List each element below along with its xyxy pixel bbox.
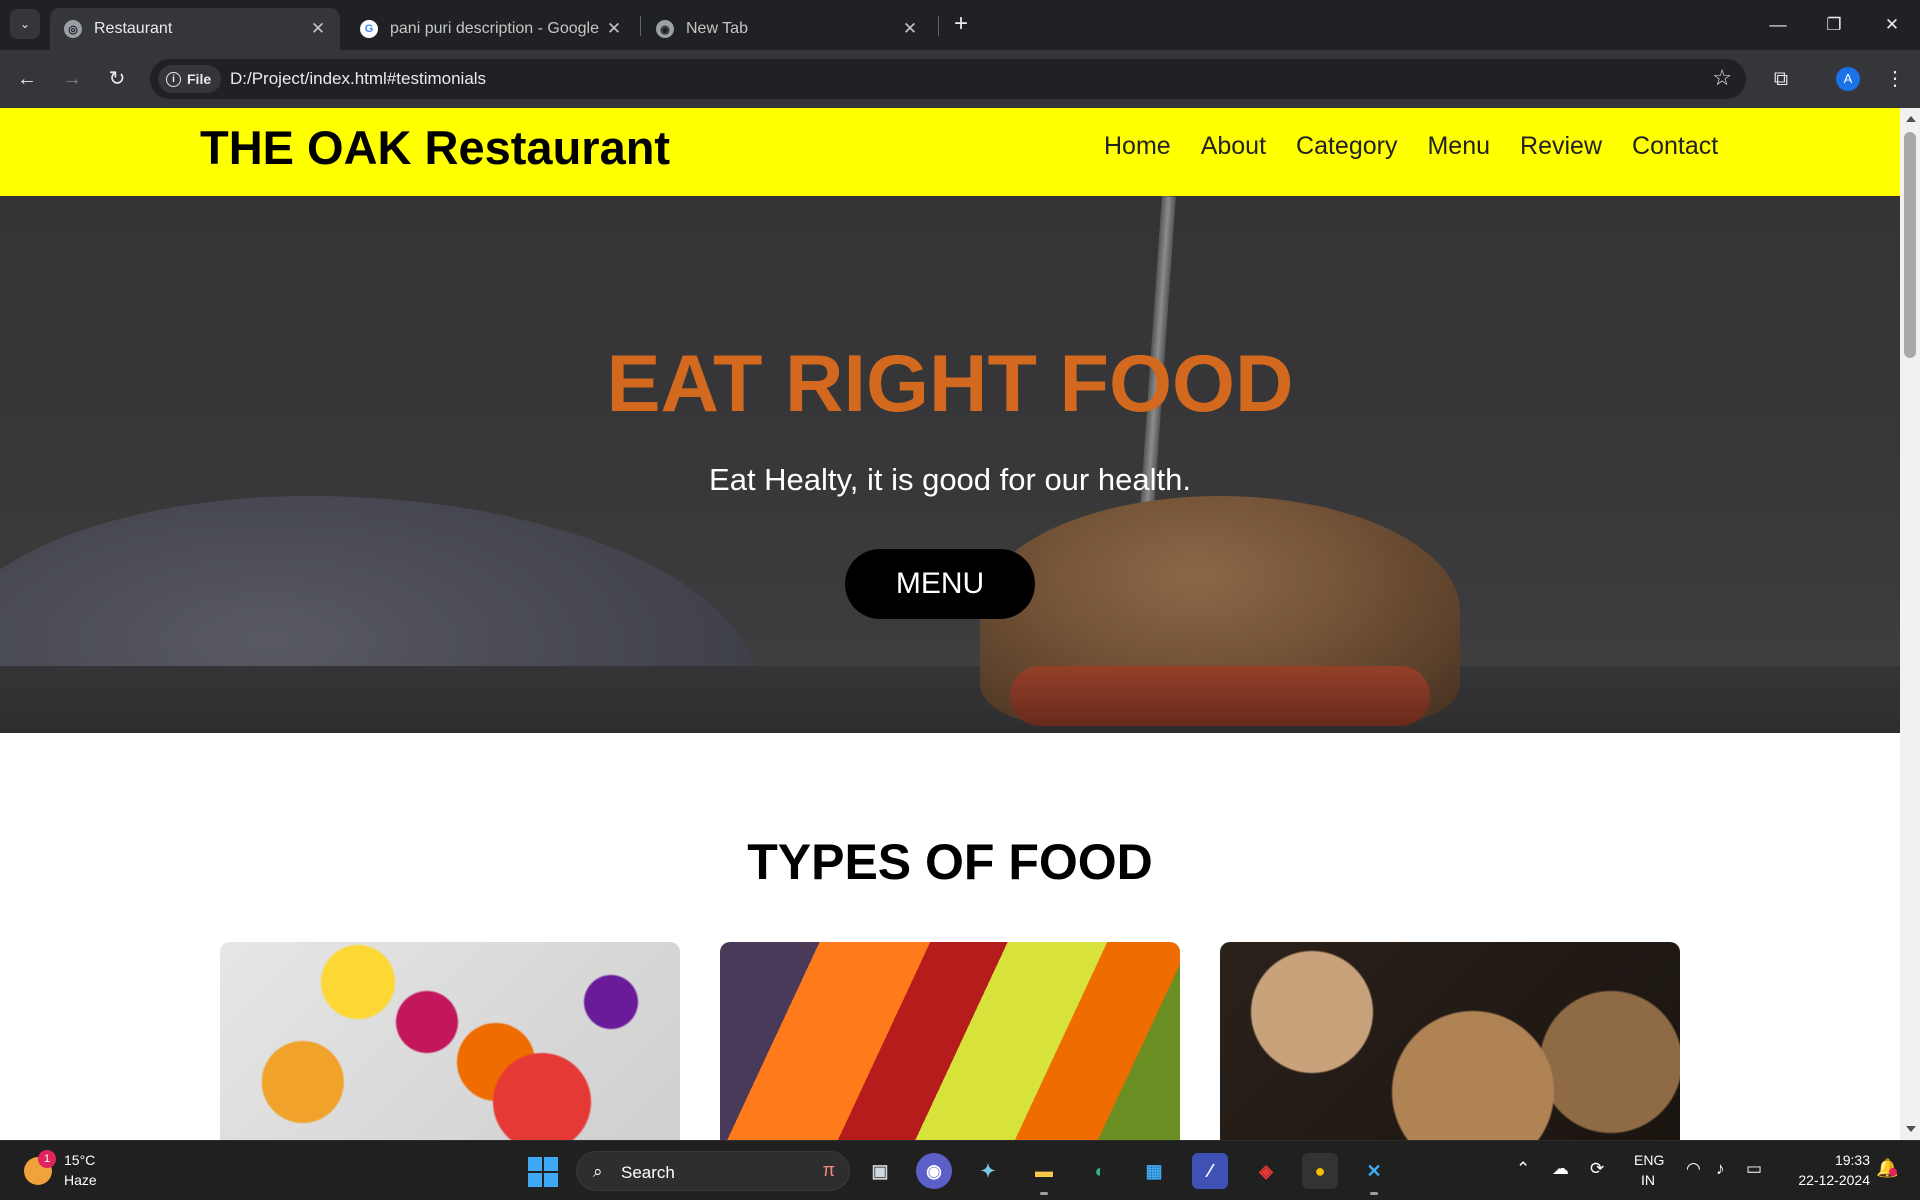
address-bar[interactable]: i File D:/Project/index.html#testimonial… (150, 59, 1746, 99)
search-highlight-icon: π (822, 1160, 835, 1180)
tab-google-search[interactable]: G pani puri description - Google S ✕ (346, 8, 636, 50)
chat-icon[interactable]: ◉ (916, 1153, 952, 1189)
windows-logo-icon (544, 1173, 558, 1187)
file-explorer-icon[interactable]: ▬ (1026, 1153, 1062, 1195)
globe-icon: ◎ (64, 20, 82, 38)
food-card-fruits-image[interactable] (220, 942, 680, 1140)
windows-logo-icon (528, 1157, 542, 1171)
page-viewport: THE OAK Restaurant Home About Category M… (0, 108, 1900, 1140)
region-indicator[interactable]: IN (1641, 1172, 1655, 1188)
page-scrollbar[interactable] (1900, 108, 1920, 1140)
tab-title: New Tab (686, 20, 748, 37)
windows-logo-icon (528, 1173, 542, 1187)
profile-avatar[interactable]: A (1836, 67, 1860, 91)
nav-review[interactable]: Review (1520, 132, 1602, 161)
back-button[interactable]: ← (12, 64, 42, 94)
weather-badge: 1 (38, 1150, 56, 1168)
copilot-icon[interactable]: ✦ (970, 1153, 1006, 1189)
nav-home[interactable]: Home (1104, 132, 1171, 161)
app-icon[interactable]: ⁄ (1192, 1153, 1228, 1189)
weather-condition[interactable]: Haze (64, 1172, 97, 1188)
tab-new-tab[interactable]: ◉ New Tab ✕ (642, 8, 932, 50)
nav-menu[interactable]: Menu (1427, 132, 1490, 161)
task-view-icon[interactable]: ▣ (862, 1153, 898, 1189)
volume-icon[interactable]: ♪ (1716, 1159, 1725, 1179)
clock-date[interactable]: 22-12-2024 (1780, 1172, 1870, 1188)
nav-category[interactable]: Category (1296, 132, 1397, 161)
mcafee-icon[interactable]: ◈ (1248, 1153, 1284, 1189)
search-icon: ⌕ (593, 1162, 603, 1181)
new-tab-button[interactable]: + (948, 12, 974, 38)
tab-separator (938, 16, 939, 36)
minimize-button[interactable]: — (1758, 10, 1798, 40)
close-icon[interactable]: ✕ (306, 19, 330, 39)
site-info-label: File (187, 71, 212, 87)
google-icon: G (360, 20, 378, 38)
tab-restaurant[interactable]: ◎ Restaurant ✕ (50, 8, 340, 50)
window-close-button[interactable]: ✕ (1872, 10, 1912, 40)
food-card-grains-image[interactable] (1220, 942, 1680, 1140)
vscode-icon[interactable]: ✕ (1356, 1153, 1392, 1195)
tab-separator (640, 16, 641, 36)
taskbar-search[interactable]: ⌕ Search π (576, 1151, 850, 1191)
types-of-food-heading: TYPES OF FOOD (747, 834, 1153, 890)
chrome-icon[interactable]: ● (1302, 1153, 1338, 1189)
tab-search-button[interactable]: ⌄ (10, 9, 40, 39)
hero-title: EAT RIGHT FOOD (606, 339, 1294, 429)
scroll-up-arrow[interactable] (1906, 116, 1916, 122)
tab-title: Restaurant (94, 20, 173, 37)
onedrive-icon[interactable]: ☁ (1552, 1159, 1569, 1179)
language-indicator[interactable]: ENG (1634, 1152, 1664, 1168)
browser-toolbar: ← → ↻ i File D:/Project/index.html#testi… (0, 50, 1920, 108)
taskbar: 1 15°C Haze ⌕ Search π ▣ ◉ ✦ ▬ ◐ ▦ ⁄ ◈ ●… (0, 1140, 1920, 1200)
wifi-icon[interactable]: ◠ (1686, 1159, 1701, 1179)
scroll-thumb[interactable] (1904, 132, 1916, 358)
taskbar-search-label: Search (621, 1163, 675, 1182)
battery-icon[interactable]: ▭ (1746, 1159, 1762, 1179)
food-card-vegetables-image[interactable] (720, 942, 1180, 1140)
extensions-icon[interactable]: ⧉ (1766, 64, 1796, 94)
close-icon[interactable]: ✕ (602, 19, 626, 39)
edge-icon[interactable]: ◐ (1082, 1153, 1118, 1189)
forward-button[interactable]: → (57, 64, 87, 94)
restore-button[interactable]: ❐ (1814, 10, 1854, 40)
sync-icon[interactable]: ⟳ (1590, 1159, 1604, 1179)
site-info-chip[interactable]: i File (158, 65, 222, 93)
start-button[interactable] (528, 1157, 558, 1187)
menu-button[interactable]: MENU (845, 549, 1035, 619)
info-icon: i (166, 71, 181, 87)
chevron-down-icon: ⌄ (19, 17, 31, 31)
hero-section: EAT RIGHT FOOD Eat Healty, it is good fo… (0, 196, 1900, 733)
more-menu-icon[interactable]: ⋮ (1880, 64, 1910, 94)
reload-button[interactable]: ↻ (102, 64, 132, 94)
windows-logo-icon (544, 1157, 558, 1171)
nav-about[interactable]: About (1201, 132, 1266, 161)
scroll-down-arrow[interactable] (1906, 1126, 1916, 1132)
url-text[interactable]: D:/Project/index.html#testimonials (230, 69, 486, 89)
site-logo[interactable]: THE OAK Restaurant (200, 120, 670, 175)
site-nav: Home About Category Menu Review Contact (1104, 132, 1718, 161)
chrome-icon: ◉ (656, 20, 674, 38)
browser-tab-bar: ⌄ ◎ Restaurant ✕ G pani puri description… (0, 0, 1920, 50)
notification-dot (1889, 1168, 1897, 1176)
hero-subtitle: Eat Healty, it is good for our health. (709, 462, 1191, 497)
site-header: THE OAK Restaurant Home About Category M… (0, 108, 1900, 196)
store-icon[interactable]: ▦ (1136, 1153, 1172, 1189)
weather-temp[interactable]: 15°C (64, 1152, 95, 1168)
chevron-up-icon[interactable]: ⌃ (1516, 1159, 1530, 1179)
tab-title: pani puri description - Google S (390, 20, 602, 37)
clock-time[interactable]: 19:33 (1790, 1152, 1870, 1168)
bookmark-star-icon[interactable]: ☆ (1712, 65, 1732, 91)
nav-contact[interactable]: Contact (1632, 132, 1718, 161)
close-icon[interactable]: ✕ (898, 19, 922, 39)
